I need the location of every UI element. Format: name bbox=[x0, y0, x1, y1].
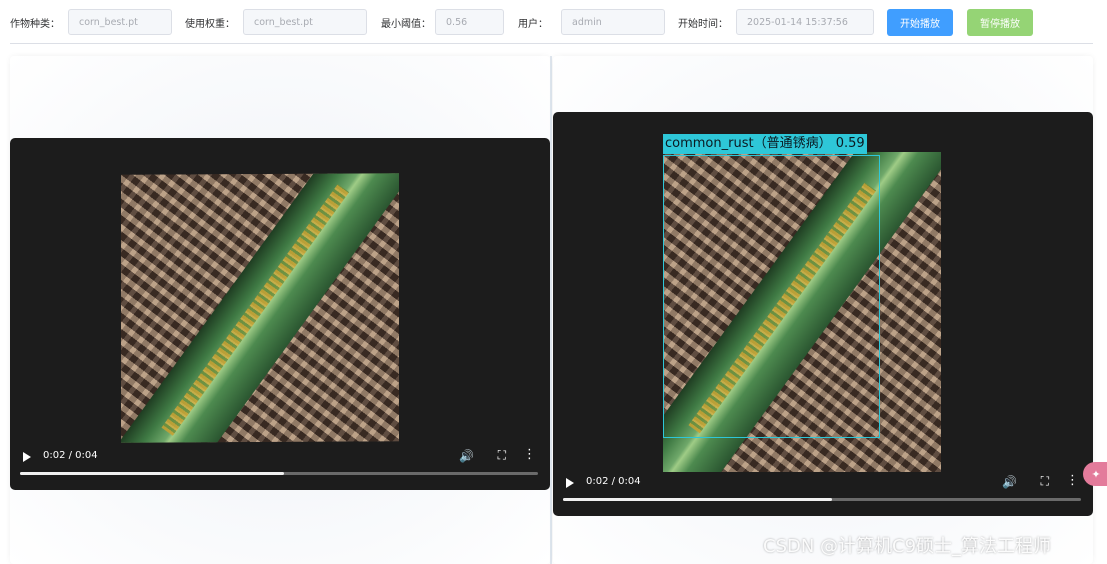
video-controls: 0:02 / 0:04 🔊 ⛶ ⋮ bbox=[10, 438, 550, 488]
more-vertical-icon[interactable]: ⋮ bbox=[523, 447, 536, 462]
video-time: 0:02 / 0:04 bbox=[43, 450, 98, 461]
panel-divider bbox=[550, 56, 552, 564]
user-label: 用户： bbox=[518, 18, 548, 30]
video-progress-bar[interactable] bbox=[563, 498, 1081, 501]
user-input[interactable]: admin bbox=[561, 9, 665, 35]
start-play-button[interactable]: 开始播放 bbox=[887, 8, 953, 36]
threshold-label: 最小阈值： bbox=[381, 18, 431, 30]
start-time-label: 开始时间： bbox=[678, 18, 728, 30]
top-toolbar: 作物种类： corn_best.pt 使用权重： corn_best.pt 最小… bbox=[0, 0, 1107, 44]
toolbar-divider bbox=[10, 43, 1093, 44]
original-video-player[interactable]: 0:02 / 0:04 🔊 ⛶ ⋮ bbox=[10, 138, 550, 490]
video-frame bbox=[121, 173, 399, 443]
pause-play-button[interactable]: 暂停播放 bbox=[967, 8, 1033, 36]
detection-label: common_rust（普通锈病） 0.59 bbox=[663, 134, 867, 154]
watermark: CSDN @计算机C9硕士_算法工程师 bbox=[763, 536, 1052, 557]
fullscreen-icon[interactable]: ⛶ bbox=[498, 448, 506, 463]
crop-type-input[interactable]: corn_best.pt bbox=[68, 9, 172, 35]
volume-icon[interactable]: 🔊 bbox=[459, 449, 474, 463]
video-controls: 0:02 / 0:04 🔊 ⛶ ⋮ bbox=[553, 464, 1093, 514]
detection-video-player[interactable]: common_rust（普通锈病） 0.59 0:02 / 0:04 🔊 ⛶ ⋮ bbox=[553, 112, 1093, 516]
video-progress-fill bbox=[20, 472, 285, 475]
volume-icon[interactable]: 🔊 bbox=[1002, 475, 1017, 489]
play-icon[interactable] bbox=[23, 452, 31, 462]
detection-bounding-box bbox=[663, 155, 880, 438]
fullscreen-icon[interactable]: ⛶ bbox=[1041, 474, 1049, 489]
crop-type-label: 作物种类： bbox=[10, 18, 60, 30]
play-icon[interactable] bbox=[566, 478, 574, 488]
plugin-badge-icon[interactable]: ✦ bbox=[1083, 462, 1107, 486]
video-progress-bar[interactable] bbox=[20, 472, 538, 475]
model-weight-input[interactable]: corn_best.pt bbox=[243, 9, 367, 35]
model-weight-label: 使用权重： bbox=[185, 18, 235, 30]
video-progress-fill bbox=[563, 498, 833, 501]
threshold-input[interactable]: 0.56 bbox=[435, 9, 504, 35]
video-time: 0:02 / 0:04 bbox=[586, 476, 641, 487]
more-vertical-icon[interactable]: ⋮ bbox=[1066, 473, 1079, 488]
start-time-input[interactable]: 2025-01-14 15:37:56 bbox=[736, 9, 874, 35]
